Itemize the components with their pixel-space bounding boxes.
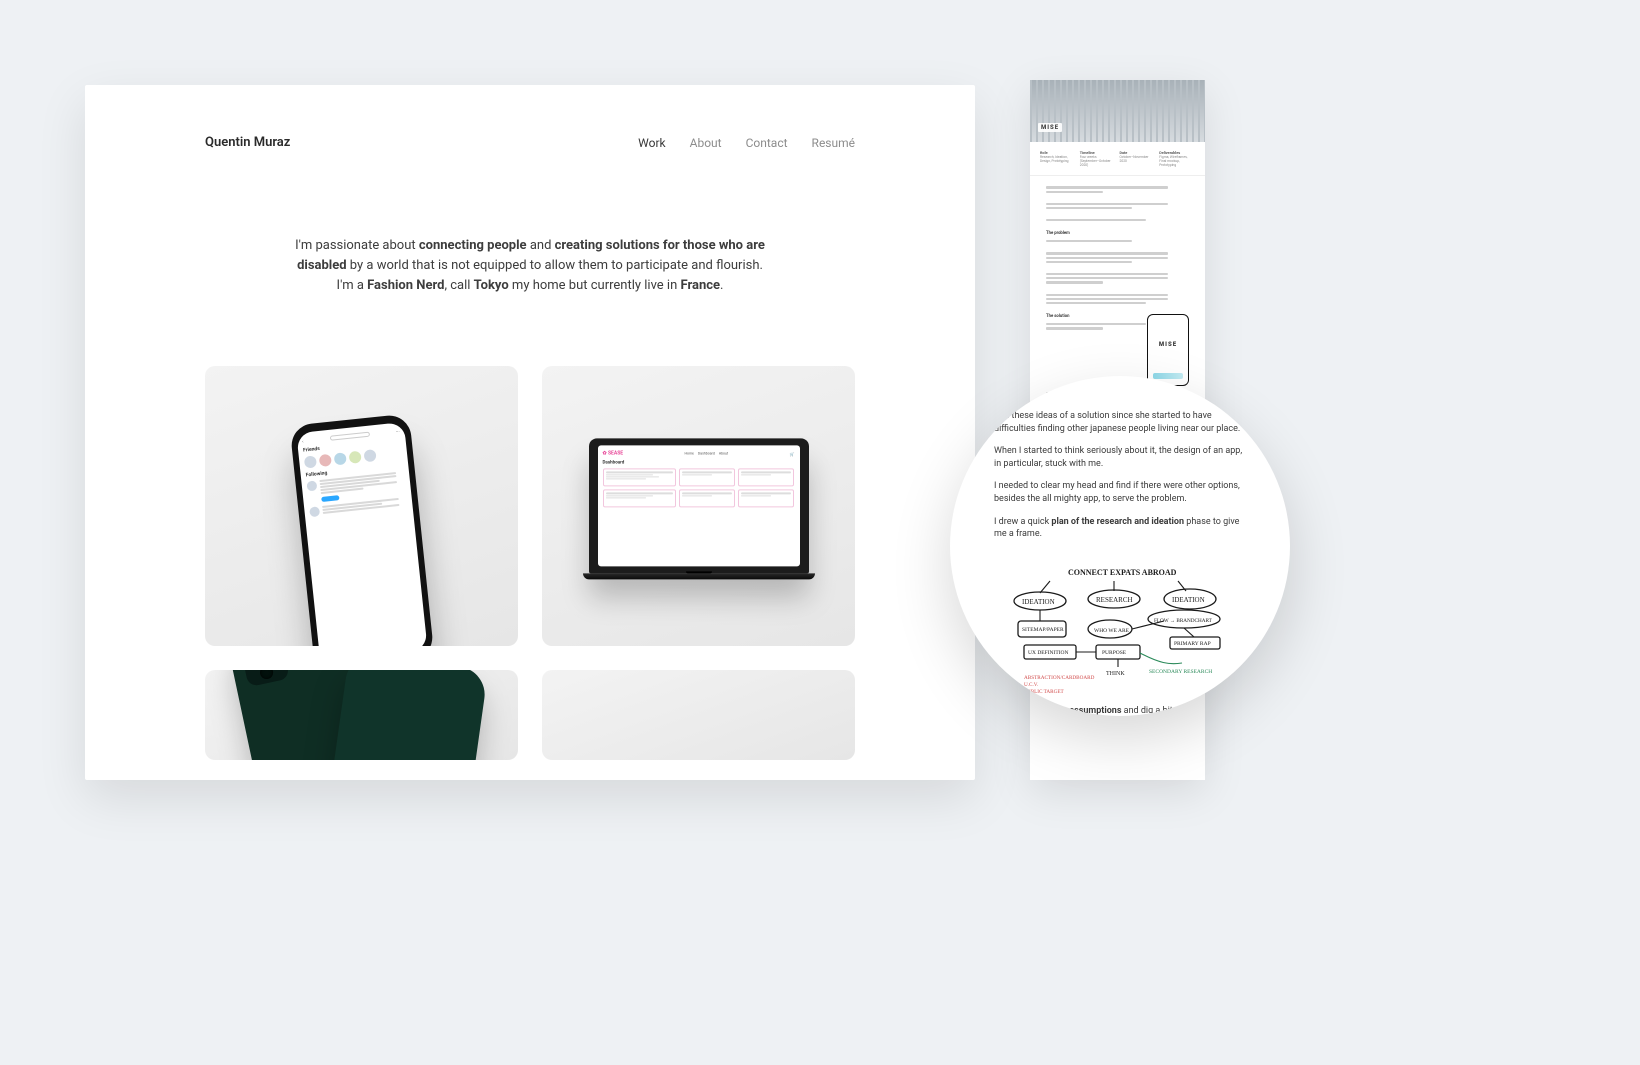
avatar bbox=[318, 454, 331, 467]
site-title: Quentin Muraz bbox=[205, 135, 290, 150]
mag-paragraph: I drew a quick plan of the research and … bbox=[994, 516, 1246, 541]
portfolio-card: Quentin Muraz Work About Contact Resumé … bbox=[85, 85, 975, 780]
svg-text:SITEMAP/PAPER: SITEMAP/PAPER bbox=[1022, 627, 1064, 633]
intro-bold: Fashion Nerd bbox=[367, 278, 444, 293]
sease-nav-item: About bbox=[719, 452, 728, 456]
svg-text:RESEARCH: RESEARCH bbox=[1096, 596, 1133, 604]
svg-text:SECONDARY RESEARCH: SECONDARY RESEARCH bbox=[1149, 669, 1212, 675]
intro-text: I'm passionate about bbox=[295, 238, 419, 253]
nav-about[interactable]: About bbox=[690, 136, 722, 150]
research-sketch: CONNECT EXPATS ABROAD IDEATION RESEARCH … bbox=[994, 563, 1234, 693]
mag-bold: plan of the research and ideation bbox=[1051, 517, 1184, 527]
intro-paragraph: I'm passionate about connecting people a… bbox=[290, 236, 770, 296]
work-tile-sease[interactable]: ✿ SEASE Home Dashboard About 🛒 Dashboard bbox=[542, 366, 855, 646]
intro-text: my home but currently live in bbox=[509, 278, 681, 293]
sease-nav-item: Dashboard bbox=[698, 452, 715, 456]
mag-text: I drew a quick bbox=[994, 517, 1051, 527]
svg-text:IDEATION: IDEATION bbox=[1022, 598, 1055, 606]
intro-bold: connecting people bbox=[419, 238, 527, 253]
case-study-hero: MISE bbox=[1030, 80, 1205, 142]
work-tile-empty[interactable] bbox=[542, 670, 855, 760]
nav-work[interactable]: Work bbox=[638, 136, 665, 150]
svg-text:WHO WE ARE: WHO WE ARE bbox=[1094, 628, 1130, 634]
svg-text:ABSTRACTION/CARDBOARD: ABSTRACTION/CARDBOARD bbox=[1024, 675, 1095, 681]
avatar bbox=[306, 481, 317, 492]
avatar bbox=[303, 456, 316, 469]
meta-value: Four weeks (September–October 2020) bbox=[1080, 156, 1116, 167]
back-icon: ‹ bbox=[301, 439, 303, 444]
site-nav: Work About Contact Resumé bbox=[638, 136, 855, 150]
meta-value: Figma, Wireframes, Final mockup, Prototy… bbox=[1159, 156, 1195, 167]
intro-text: , call bbox=[444, 278, 473, 293]
menu-icon: ⋯ bbox=[395, 429, 400, 434]
intro-bold: France bbox=[680, 278, 720, 293]
intro-text: . bbox=[720, 278, 723, 293]
sease-brand: SEASE bbox=[608, 451, 623, 457]
sketch-title: CONNECT EXPATS ABROAD bbox=[1068, 568, 1177, 577]
work-grid: ‹ ⋯ Friends bbox=[205, 366, 855, 760]
follow-button bbox=[321, 496, 339, 503]
meta-value: Research, Ideation, Design, Prototyping bbox=[1040, 156, 1076, 164]
mag-paragraph: …all these ideas of a solution since she… bbox=[994, 410, 1246, 435]
mag-paragraph: I needed to clear my head and find if th… bbox=[994, 480, 1246, 505]
site-header: Quentin Muraz Work About Contact Resumé bbox=[205, 135, 855, 150]
mag-paragraph: When I started to think seriously about … bbox=[994, 445, 1246, 470]
phone-dark-mockup bbox=[322, 670, 488, 760]
svg-text:PURPOSE: PURPOSE bbox=[1102, 650, 1127, 656]
dashboard-heading: Dashboard bbox=[603, 461, 795, 466]
intro-bold: Tokyo bbox=[474, 278, 509, 293]
sease-nav-item: Home bbox=[684, 452, 693, 456]
search-input bbox=[329, 432, 369, 441]
case-study-meta: RoleResearch, Ideation, Design, Prototyp… bbox=[1030, 142, 1205, 176]
cart-icon: 🛒 bbox=[790, 451, 795, 456]
phone-mockup: ‹ ⋯ Friends bbox=[289, 414, 434, 647]
svg-text:U.C.V.: U.C.V. bbox=[1024, 682, 1038, 688]
svg-text:THINK: THINK bbox=[1106, 671, 1125, 677]
problem-heading: The problem bbox=[1046, 231, 1189, 236]
meta-value: October–November 2020 bbox=[1120, 156, 1156, 164]
avatar bbox=[363, 450, 376, 463]
avatar bbox=[333, 453, 346, 466]
intro-text: and bbox=[527, 238, 555, 253]
svg-text:PRIMARY RAP: PRIMARY RAP bbox=[1174, 641, 1211, 647]
case-study-brand: MISE bbox=[1038, 123, 1062, 132]
work-tile-social-app[interactable]: ‹ ⋯ Friends bbox=[205, 366, 518, 646]
mise-logo: MISE bbox=[1148, 341, 1188, 348]
avatar bbox=[309, 507, 320, 518]
laptop-mockup: ✿ SEASE Home Dashboard About 🛒 Dashboard bbox=[589, 439, 809, 580]
nav-contact[interactable]: Contact bbox=[746, 136, 788, 150]
nav-resume[interactable]: Resumé bbox=[812, 136, 855, 150]
svg-text:IDEATION: IDEATION bbox=[1172, 596, 1205, 604]
magnifier-lens: …all these ideas of a solution since she… bbox=[950, 376, 1290, 716]
svg-text:FLOW → BRANDCHART: FLOW → BRANDCHART bbox=[1154, 618, 1213, 624]
avatar bbox=[348, 451, 361, 464]
work-tile-dark-phone[interactable] bbox=[205, 670, 518, 760]
svg-text:UX DEFINITION: UX DEFINITION bbox=[1028, 650, 1069, 656]
mise-phone-mockup: MISE bbox=[1147, 314, 1189, 386]
